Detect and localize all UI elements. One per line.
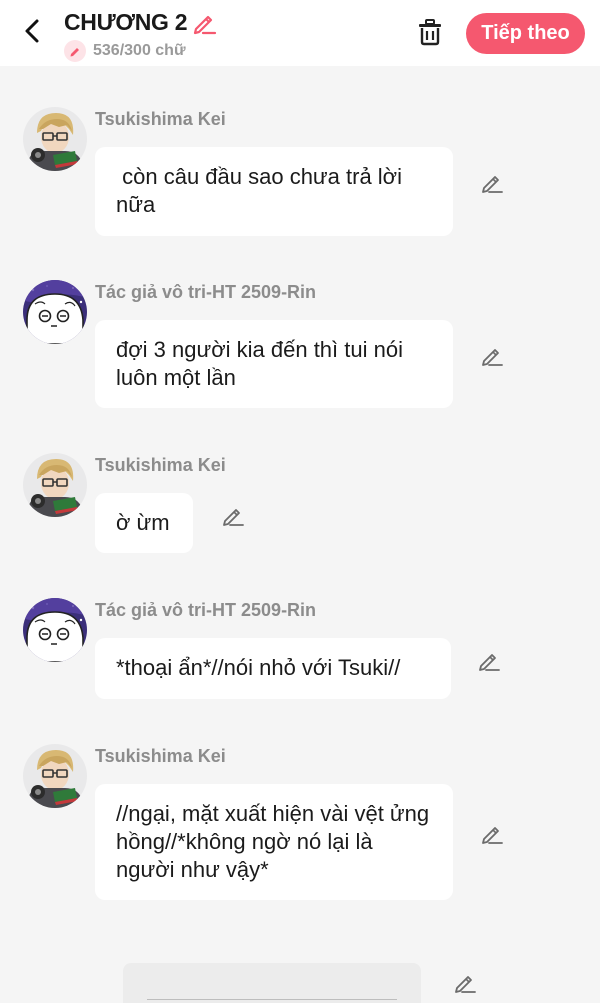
pencil-icon [70,47,79,56]
tsukishima-avatar-icon [23,107,87,171]
word-count-row: 536/300 chữ [64,40,217,62]
chevron-left-icon [25,19,39,43]
rin-avatar-icon [23,280,87,344]
edit-message-button[interactable] [220,503,246,529]
edit-message-button[interactable] [479,821,505,847]
edit-message-button[interactable] [452,970,478,996]
back-button[interactable] [16,14,50,48]
pencil-icon [452,970,478,996]
avatar[interactable] [23,598,87,662]
rin-avatar-icon [23,598,87,662]
pencil-icon [479,821,505,847]
speaker-name: Tsukishima Kei [95,746,226,766]
next-button[interactable]: Tiếp theo [466,13,585,54]
message-item: Tác giả vô tri-HT 2509-Rin đợi 3 người k… [0,280,600,410]
pen-badge [64,40,86,62]
input-underline [147,999,397,1000]
message-bubble[interactable]: đợi 3 người kia đến thì tui nói luôn một… [95,320,453,408]
edit-message-button[interactable] [479,170,505,196]
pencil-icon [194,15,217,34]
pencil-icon [476,648,502,674]
speaker-name: Tác giả vô tri-HT 2509-Rin [95,282,317,302]
new-message-input[interactable] [123,963,421,1003]
chapter-title-row: CHƯƠNG 2 [64,9,217,36]
pencil-icon [479,170,505,196]
pencil-icon [220,503,246,529]
speaker-name: Tsukishima Kei [95,109,226,129]
message-item: Tsukishima Kei //ngại, mặt xuất hiện vài… [0,744,600,904]
edit-message-button[interactable] [479,343,505,369]
message-bubble[interactable]: *thoại ẩn*//nói nhỏ với Tsuki// [95,638,451,699]
message-item: Tsukishima Kei ờ ừm [0,453,600,555]
avatar[interactable] [23,280,87,344]
edit-message-button[interactable] [476,648,502,674]
message-bubble[interactable]: còn câu đầu sao chưa trả lời nữa [95,147,453,236]
tsukishima-avatar-icon [23,453,87,517]
avatar[interactable] [23,453,87,517]
chapter-heading: CHƯƠNG 2 536/300 chữ [64,9,217,62]
avatar[interactable] [23,744,87,808]
word-count: 536/300 chữ [93,42,186,59]
avatar[interactable] [23,107,87,171]
message-bubble[interactable]: //ngại, mặt xuất hiện vài vệt ửng hồng//… [95,784,453,900]
speaker-name: Tsukishima Kei [95,455,226,475]
top-bar: CHƯƠNG 2 536/300 chữ Tiếp theo [0,0,600,66]
chapter-title: CHƯƠNG 2 [64,9,188,35]
trash-icon [419,19,441,46]
message-item: Tsukishima Kei còn câu đầu sao chưa trả … [0,107,600,237]
message-item: Tác giả vô tri-HT 2509-Rin *thoại ẩn*//n… [0,598,600,700]
delete-button[interactable] [414,16,446,48]
pencil-icon [479,343,505,369]
edit-title-button[interactable] [191,10,217,36]
tsukishima-avatar-icon [23,744,87,808]
message-bubble[interactable]: ờ ừm [95,493,193,553]
speaker-name: Tác giả vô tri-HT 2509-Rin [95,600,317,620]
